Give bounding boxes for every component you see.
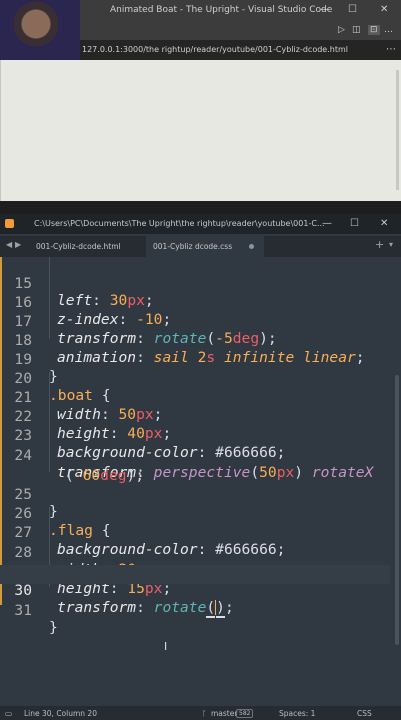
line-number: 31 [14,602,32,619]
preview-url[interactable]: 127.0.0.1:3000/the rightup/reader/youtub… [82,45,348,54]
tab-next-icon[interactable]: ▶ [15,240,21,249]
code-line[interactable]: 23 background-color: #666666; [0,410,390,461]
lock-icon[interactable]: ⊡ [368,25,380,35]
cursor-position[interactable]: Line 30, Column 20 [24,709,97,718]
window-gap [0,201,401,214]
sublime-logo-icon [5,219,14,228]
code-line[interactable]: 19 } [0,334,390,385]
vscode-minimize-button[interactable]: — [320,4,330,15]
tab-list-icon[interactable]: ▾ [389,240,393,249]
tab-label: 001-Cybliz-dcode.html [36,242,121,251]
live-preview-pane [0,60,401,201]
code-line[interactable]: 15 left: 30px; [0,258,390,309]
mouse-ibeam-icon: I [164,640,168,653]
sublime-maximize-button[interactable]: ☐ [350,218,359,229]
sublime-close-button[interactable]: ✕ [380,218,388,229]
sublime-file-path: C:\Users\PC\Documents\The Upright\the ri… [34,219,325,228]
code-line[interactable]: 17 transform: rotate(-5deg); [0,296,390,347]
git-changes-badge[interactable]: 582 [236,708,254,718]
code-line[interactable]: 24 transform: perspective(50px) rotateX [0,430,390,481]
code-line[interactable]: 25 } [0,469,390,520]
more-actions-icon[interactable]: … [384,25,393,35]
run-icon[interactable]: ▷ [338,25,345,35]
git-branch-name[interactable]: master [211,709,237,718]
code-line-current[interactable]: 30 transform: rotate(); [0,565,390,618]
code-line[interactable]: 28 width: 20px; [0,527,390,578]
vscode-window-title: Animated Boat - The Upright - Visual Stu… [110,5,333,15]
split-editor-icon[interactable]: ◫ [352,25,361,35]
code-line[interactable]: 20 .boat { [0,353,390,404]
code-line[interactable]: 21 width: 50px; [0,372,390,423]
indentation-setting[interactable]: Spaces: 1 [279,709,315,718]
preview-scrollbar[interactable] [396,70,399,190]
vscode-maximize-button[interactable]: ☐ [348,4,357,15]
preview-close-icon[interactable]: ⋯ [386,44,396,55]
new-tab-icon[interactable]: + [375,238,384,251]
editor-scrollbar[interactable] [395,375,399,645]
tab-prev-icon[interactable]: ◀ [6,240,12,249]
panel-toggle-icon[interactable]: ▭ [5,709,12,718]
webcam-overlay [0,0,80,60]
code-line-wrap[interactable]: (-60deg); [0,450,390,484]
git-branch-icon: ᚴ [202,709,207,718]
preview-url-bar[interactable]: 127.0.0.1:3000/the rightup/reader/youtub… [80,40,401,60]
vscode-close-button[interactable]: ✕ [380,4,388,15]
vscode-editor-toolbar: ▷ ◫ ⊡ … [80,22,401,40]
code-line[interactable]: 27 background-color: #666666; [0,507,390,558]
git-changes-count: 582 [236,709,254,718]
tab-html-file[interactable]: 001-Cybliz-dcode.html [28,236,144,257]
status-bar: ▭ Line 30, Column 20 ᚴ master 582 Spaces… [0,706,401,720]
unsaved-dot-icon[interactable] [249,244,254,249]
code-line[interactable]: 31 } [0,585,390,636]
tab-css-file[interactable]: 001-Cybliz dcode.css [146,236,264,257]
code-text[interactable]: } [49,619,58,636]
syntax-mode[interactable]: CSS [357,709,372,718]
tab-bar: ◀ ▶ 001-Cybliz-dcode.html 001-Cybliz dco… [0,236,401,257]
code-line[interactable]: 18 animation: sail 2s infinite linear; [0,315,390,366]
tab-label: 001-Cybliz dcode.css [153,242,233,251]
sublime-minimize-button[interactable]: — [322,218,332,229]
code-line[interactable]: 16 z-index: -10; [0,277,390,328]
code-line[interactable]: 22 height: 40px; [0,391,390,442]
code-line[interactable]: 26 .flag { [0,488,390,539]
code-line[interactable]: 29 height: 15px; [0,546,390,597]
